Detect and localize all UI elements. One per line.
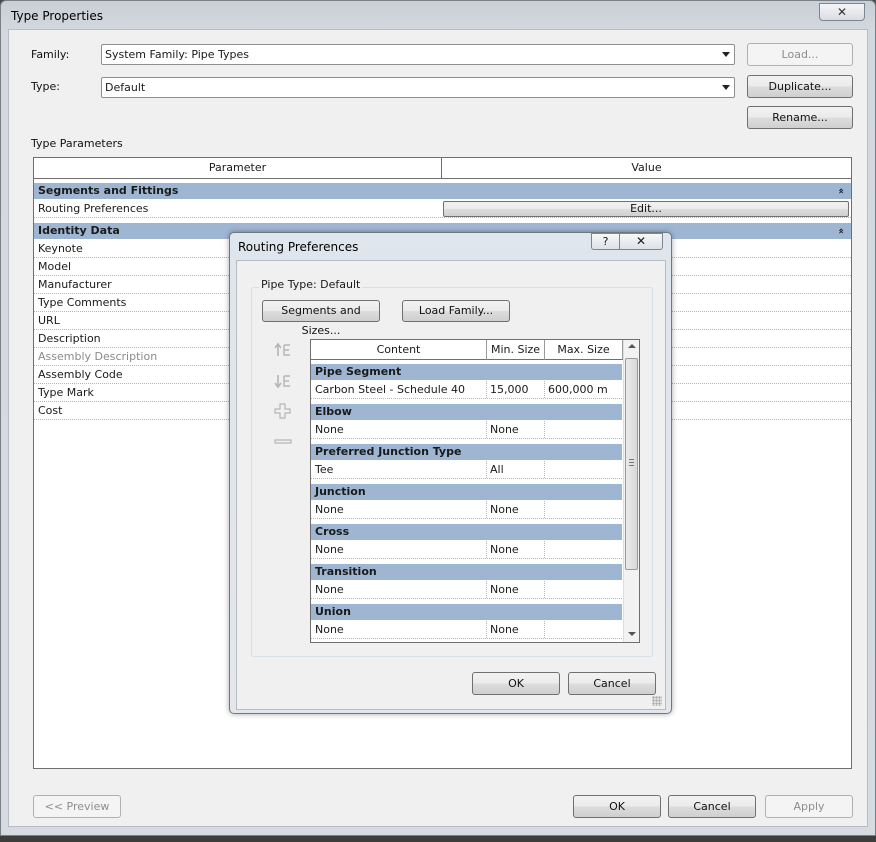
- min-size-cell[interactable]: None: [486, 621, 545, 638]
- collapse-icon[interactable]: »: [834, 188, 850, 194]
- column-header-content[interactable]: Content: [311, 340, 487, 360]
- routing-ok-button[interactable]: OK: [472, 672, 560, 695]
- load-family-button[interactable]: Load Family...: [402, 300, 510, 322]
- group-pipe-segment: Pipe Segment: [311, 364, 622, 380]
- family-dropdown[interactable]: System Family: Pipe Types: [101, 44, 735, 65]
- param-name: Type Comments: [38, 296, 127, 309]
- param-name: Assembly Description: [38, 350, 158, 363]
- background-strip: [0, 836, 876, 842]
- edit-routing-preferences-button[interactable]: Edit...: [443, 201, 849, 217]
- dialog-title: Routing Preferences: [238, 240, 359, 254]
- param-name: URL: [38, 314, 60, 327]
- rename-button[interactable]: Rename...: [747, 106, 853, 129]
- max-size-cell[interactable]: [544, 581, 622, 598]
- window-close-button[interactable]: ✕: [819, 3, 865, 21]
- segments-and-sizes-button[interactable]: Segments and Sizes...: [262, 300, 380, 337]
- param-name: Type Mark: [38, 386, 94, 399]
- group-junction: Junction: [311, 484, 622, 500]
- column-header-min-size[interactable]: Min. Size: [487, 340, 545, 360]
- min-size-cell[interactable]: None: [486, 541, 545, 558]
- param-name: Model: [38, 260, 72, 273]
- move-down-icon[interactable]: [273, 372, 293, 390]
- param-name: Assembly Code: [38, 368, 123, 381]
- table-row[interactable]: None None: [311, 421, 622, 439]
- max-size-cell[interactable]: [544, 621, 622, 638]
- scroll-up-arrow-icon[interactable]: [628, 344, 636, 348]
- table-row[interactable]: None None: [311, 501, 622, 519]
- min-size-cell[interactable]: All: [486, 461, 545, 478]
- min-size-cell[interactable]: 15,000: [486, 381, 545, 398]
- preview-button[interactable]: << Preview: [33, 795, 121, 818]
- load-button[interactable]: Load...: [747, 43, 853, 66]
- cancel-button[interactable]: Cancel: [668, 795, 756, 818]
- apply-button[interactable]: Apply: [765, 795, 853, 818]
- param-row-routing-preferences: Routing Preferences Edit...: [34, 200, 851, 218]
- param-name: Routing Preferences: [38, 202, 149, 215]
- group-segments-and-fittings[interactable]: Segments and Fittings »: [34, 183, 851, 199]
- duplicate-button[interactable]: Duplicate...: [747, 75, 853, 98]
- routing-preferences-table: Content Min. Size Max. Size Pipe Segment…: [310, 339, 640, 643]
- content-cell[interactable]: None: [315, 421, 344, 438]
- resize-grip-icon[interactable]: [652, 696, 662, 706]
- type-parameters-label: Type Parameters: [31, 137, 123, 150]
- type-label: Type:: [31, 80, 60, 93]
- param-name: Keynote: [38, 242, 83, 255]
- content-cell[interactable]: Carbon Steel - Schedule 40: [315, 381, 465, 398]
- window-title: Type Properties: [11, 9, 104, 23]
- group-cross: Cross: [311, 524, 622, 540]
- routing-preferences-dialog: Routing Preferences ? ✕ Pipe Type: Defau…: [229, 232, 672, 714]
- move-up-icon[interactable]: [273, 341, 293, 359]
- grip-icon: [629, 459, 634, 466]
- chevron-down-icon: [722, 52, 730, 57]
- group-union: Union: [311, 604, 622, 620]
- vertical-scrollbar[interactable]: [623, 340, 639, 642]
- table-row[interactable]: Carbon Steel - Schedule 40 15,000 600,00…: [311, 381, 622, 399]
- content-cell[interactable]: None: [315, 541, 344, 558]
- table-row[interactable]: Tee All: [311, 461, 622, 479]
- content-cell[interactable]: None: [315, 501, 344, 518]
- family-label: Family:: [31, 48, 70, 61]
- add-row-icon[interactable]: [273, 402, 293, 420]
- group-elbow: Elbow: [311, 404, 622, 420]
- param-name: Description: [38, 332, 101, 345]
- table-row[interactable]: None None: [311, 581, 622, 599]
- routing-cancel-button[interactable]: Cancel: [568, 672, 656, 695]
- min-size-cell[interactable]: None: [486, 421, 545, 438]
- group-title: Identity Data: [38, 224, 120, 237]
- column-header-value[interactable]: Value: [442, 158, 851, 179]
- chevron-down-icon: [722, 85, 730, 90]
- group-title: Segments and Fittings: [38, 184, 179, 197]
- routing-dialog-client: Pipe Type: Default Segments and Sizes...…: [236, 260, 666, 710]
- content-cell[interactable]: Tee: [315, 461, 333, 478]
- scroll-down-arrow-icon[interactable]: [628, 632, 636, 636]
- help-button[interactable]: ?: [591, 233, 619, 250]
- pipe-type-label: Pipe Type: Default: [259, 278, 363, 291]
- group-preferred-junction-type: Preferred Junction Type: [311, 444, 622, 460]
- remove-row-icon[interactable]: [273, 432, 293, 450]
- content-cell[interactable]: None: [315, 621, 344, 638]
- max-size-cell[interactable]: [544, 461, 622, 478]
- content-cell[interactable]: None: [315, 581, 344, 598]
- dialog-close-button[interactable]: ✕: [619, 233, 663, 250]
- type-value: Default: [105, 81, 146, 94]
- family-value: System Family: Pipe Types: [105, 48, 250, 61]
- param-name: Manufacturer: [38, 278, 112, 291]
- table-row[interactable]: None None: [311, 541, 622, 559]
- group-transition: Transition: [311, 564, 622, 580]
- table-row[interactable]: None None: [311, 621, 622, 639]
- type-dropdown[interactable]: Default: [101, 77, 735, 98]
- max-size-cell[interactable]: [544, 541, 622, 558]
- collapse-icon[interactable]: »: [834, 228, 850, 234]
- max-size-cell[interactable]: [544, 421, 622, 438]
- min-size-cell[interactable]: None: [486, 501, 545, 518]
- max-size-cell[interactable]: [544, 501, 622, 518]
- min-size-cell[interactable]: None: [486, 581, 545, 598]
- scroll-thumb[interactable]: [625, 358, 638, 570]
- column-header-max-size[interactable]: Max. Size: [545, 340, 623, 360]
- param-name: Cost: [38, 404, 63, 417]
- column-header-parameter[interactable]: Parameter: [34, 158, 442, 179]
- ok-button[interactable]: OK: [573, 795, 661, 818]
- max-size-cell[interactable]: 600,000 m: [544, 381, 622, 398]
